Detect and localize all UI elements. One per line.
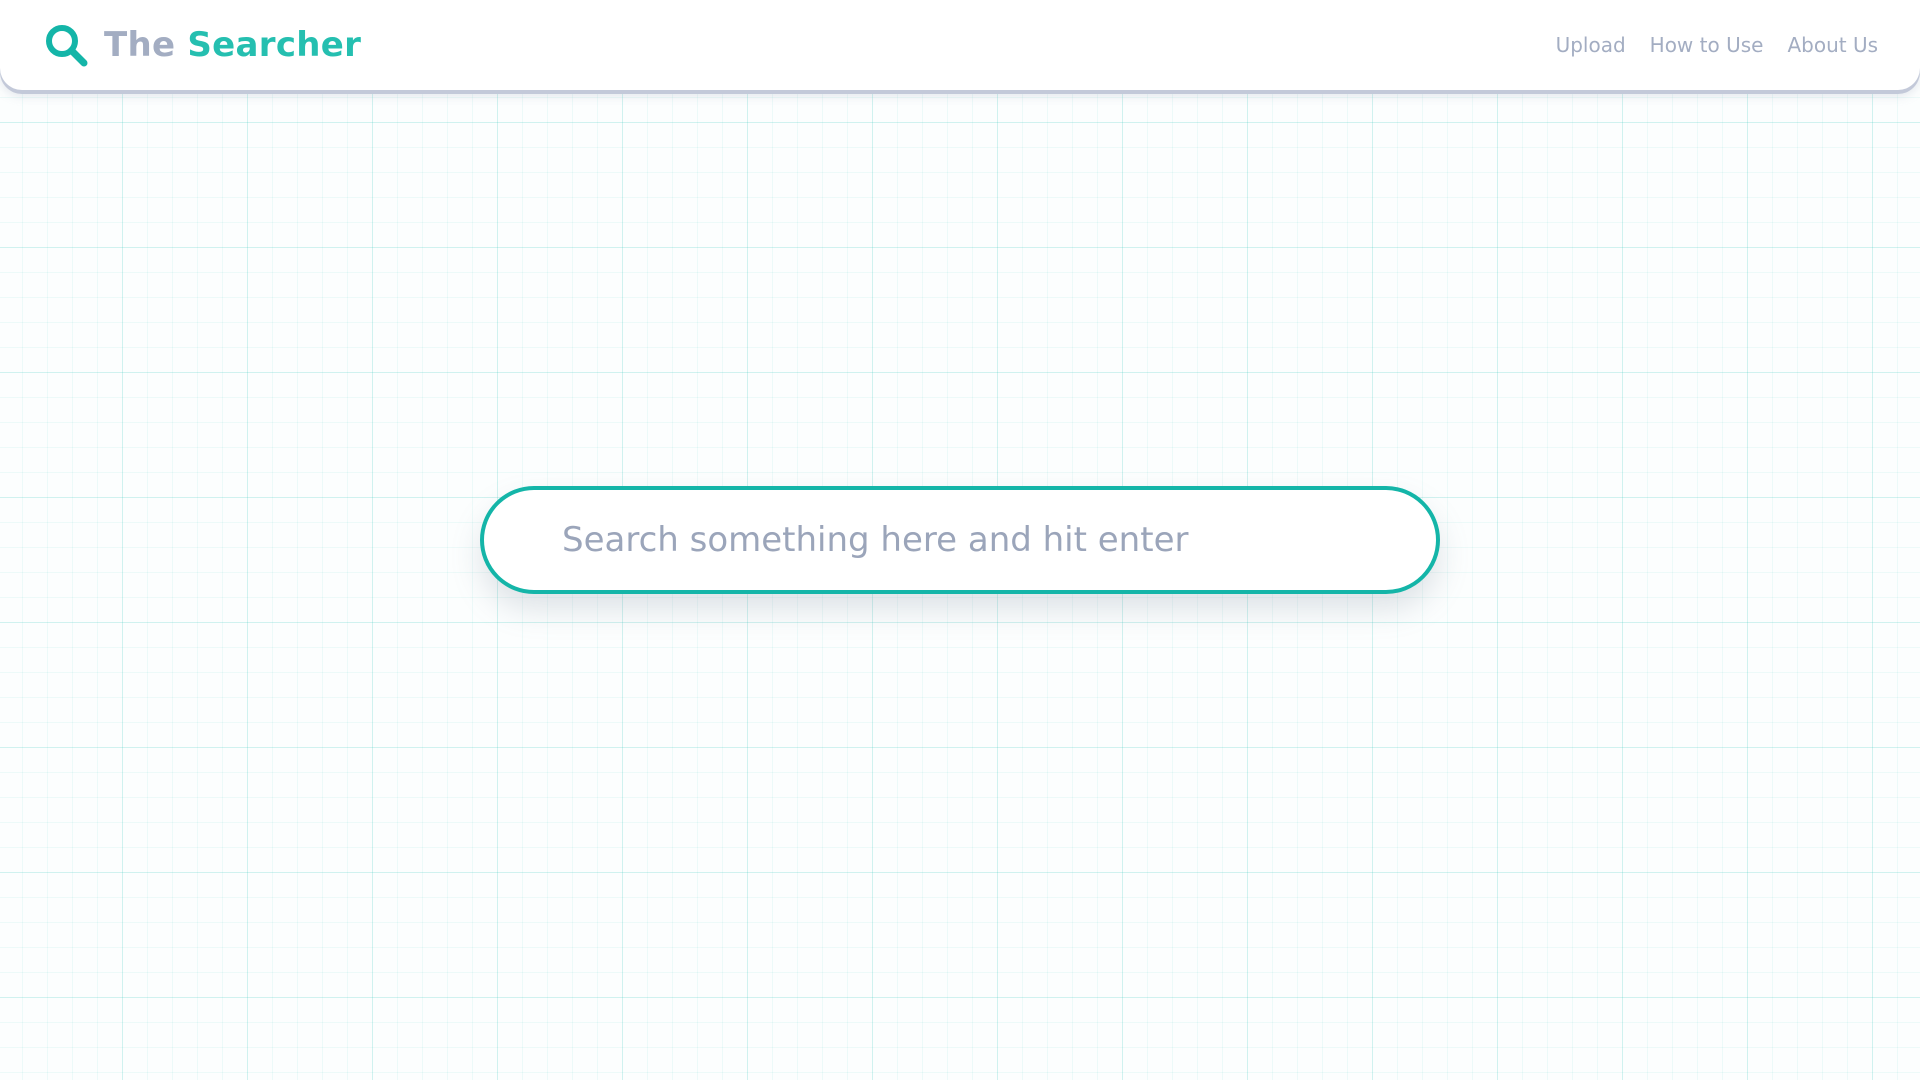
brand-word-the: The — [104, 25, 176, 65]
nav-links: Upload How to Use About Us — [1556, 33, 1878, 57]
nav-link-about-us[interactable]: About Us — [1787, 33, 1878, 57]
nav-link-how-to-use[interactable]: How to Use — [1650, 33, 1764, 57]
nav-link-upload[interactable]: Upload — [1556, 33, 1626, 57]
search-input[interactable] — [560, 519, 1360, 561]
top-navbar: The Searcher Upload How to Use About Us — [0, 0, 1920, 90]
brand-word-searcher: Searcher — [187, 25, 362, 65]
magnifier-icon — [46, 25, 88, 67]
search-box[interactable] — [480, 486, 1440, 594]
brand-logo-link[interactable]: The Searcher — [42, 21, 361, 69]
